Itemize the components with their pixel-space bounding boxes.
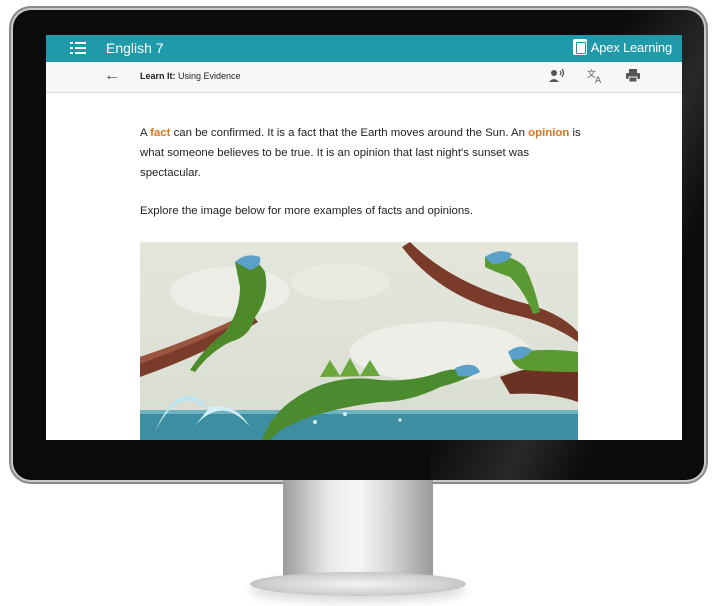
top-bar: English 7 Apex Learning <box>46 35 682 62</box>
screen: English 7 Apex Learning ← Learn It: Usin… <box>46 35 682 440</box>
apex-logo-icon <box>572 39 587 55</box>
instruction-paragraph: Explore the image below for more example… <box>140 205 474 217</box>
fact-highlight: fact <box>150 127 171 139</box>
lesson-title: Using Evidence <box>178 71 241 81</box>
monitor-stand-base <box>250 572 466 596</box>
brand: Apex Learning <box>572 39 672 55</box>
lesson-label: Learn It: <box>140 71 176 81</box>
read-aloud-icon[interactable] <box>548 68 566 84</box>
menu-icon[interactable] <box>70 41 86 55</box>
lizard-illustration[interactable] <box>140 242 578 440</box>
course-title: English 7 <box>106 40 164 56</box>
svg-text:A: A <box>595 76 602 84</box>
monitor-stand-neck <box>283 480 433 580</box>
opinion-highlight: opinion <box>528 127 570 139</box>
print-icon[interactable] <box>624 68 642 84</box>
text-segment: can be confirmed. It is a fact that the … <box>170 127 529 139</box>
back-arrow-icon[interactable]: ← <box>104 67 120 85</box>
text-segment: A <box>140 127 151 139</box>
lesson-heading: Learn It: Using Evidence <box>140 71 241 81</box>
lesson-bar: ← Learn It: Using Evidence 文A <box>46 62 682 93</box>
lesson-tools: 文A <box>548 68 642 86</box>
translate-icon[interactable]: 文A <box>586 68 604 86</box>
lesson-paragraph: A fact can be confirmed. It is a fact th… <box>140 123 590 183</box>
brand-name: Apex Learning <box>590 39 672 55</box>
